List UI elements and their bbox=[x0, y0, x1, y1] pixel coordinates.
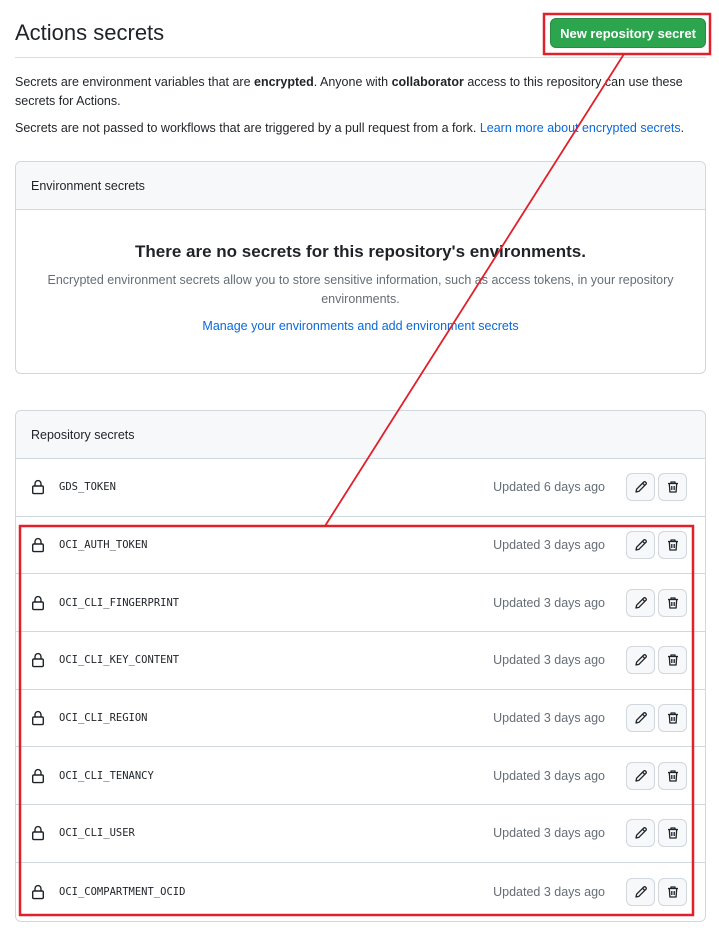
secret-row: GDS_TOKEN Updated 6 days ago bbox=[16, 459, 705, 517]
repository-secrets-box: Repository secrets GDS_TOKEN Updated 6 d… bbox=[15, 410, 706, 922]
secret-updated: Updated 3 days ago bbox=[493, 884, 605, 899]
secret-updated: Updated 3 days ago bbox=[493, 653, 605, 668]
secret-name: OCI_CLI_REGION bbox=[59, 712, 148, 725]
intro-paragraph-1: Secrets are environment variables that a… bbox=[15, 73, 705, 111]
delete-secret-button[interactable] bbox=[658, 531, 687, 560]
lock-icon bbox=[32, 826, 45, 841]
secret-row: OCI_CLI_USER Updated 3 days ago bbox=[16, 805, 705, 863]
trash-icon bbox=[667, 886, 678, 898]
edit-secret-button[interactable] bbox=[626, 646, 655, 675]
intro-bold-encrypted: encrypted bbox=[254, 75, 314, 89]
pencil-icon bbox=[634, 596, 647, 609]
trash-icon bbox=[667, 481, 678, 493]
learn-more-link[interactable]: Learn more about encrypted secrets bbox=[480, 121, 681, 135]
secret-list: GDS_TOKEN Updated 6 days ago OCI_AUTH_TO… bbox=[16, 459, 705, 921]
secret-updated: Updated 3 days ago bbox=[493, 711, 605, 726]
page-header: Actions secrets New repository secret bbox=[15, 12, 706, 58]
trash-icon bbox=[667, 827, 678, 840]
secret-name: GDS_TOKEN bbox=[59, 481, 116, 494]
delete-secret-button[interactable] bbox=[658, 473, 687, 502]
secret-row: OCI_CLI_KEY_CONTENT Updated 3 days ago bbox=[16, 632, 705, 690]
secret-name: OCI_CLI_USER bbox=[59, 827, 135, 840]
intro-paragraph-2: Secrets are not passed to workflows that… bbox=[15, 119, 705, 138]
lock-icon bbox=[32, 768, 45, 784]
manage-environments-link[interactable]: Manage your environments and add environ… bbox=[202, 319, 518, 333]
secret-name: OCI_COMPARTMENT_OCID bbox=[59, 885, 186, 898]
pencil-icon bbox=[634, 481, 647, 493]
blankslate-description: Encrypted environment secrets allow you … bbox=[47, 273, 674, 306]
secret-row: OCI_CLI_FINGERPRINT Updated 3 days ago bbox=[16, 574, 705, 633]
edit-secret-button[interactable] bbox=[626, 704, 655, 733]
new-repository-secret-button[interactable]: New repository secret bbox=[550, 18, 706, 48]
environment-secrets-box: Environment secrets There are no secrets… bbox=[15, 161, 706, 374]
delete-secret-button[interactable] bbox=[658, 588, 687, 617]
trash-icon bbox=[667, 597, 678, 609]
secret-updated: Updated 3 days ago bbox=[493, 826, 605, 841]
intro-text: Secrets are environment variables that a… bbox=[15, 75, 255, 89]
edit-secret-button[interactable] bbox=[626, 531, 655, 560]
delete-secret-button[interactable] bbox=[658, 761, 687, 790]
pencil-icon bbox=[634, 539, 647, 551]
secret-row: OCI_AUTH_TOKEN Updated 3 days ago bbox=[16, 517, 705, 575]
secret-name: OCI_CLI_FINGERPRINT bbox=[59, 596, 180, 609]
lock-icon bbox=[32, 595, 45, 611]
edit-secret-button[interactable] bbox=[626, 819, 655, 848]
secret-updated: Updated 6 days ago bbox=[493, 480, 605, 495]
page-title: Actions secrets bbox=[15, 20, 165, 45]
pencil-icon bbox=[634, 769, 647, 782]
trash-icon bbox=[667, 654, 678, 667]
secret-row: OCI_CLI_REGION Updated 3 days ago bbox=[16, 690, 705, 748]
secret-name: OCI_AUTH_TOKEN bbox=[59, 539, 148, 552]
secret-updated: Updated 3 days ago bbox=[493, 538, 605, 553]
secret-row: OCI_COMPARTMENT_OCID Updated 3 days ago bbox=[16, 863, 705, 921]
lock-icon bbox=[32, 538, 45, 553]
delete-secret-button[interactable] bbox=[658, 646, 687, 675]
trash-icon bbox=[667, 712, 678, 724]
blankslate-title: There are no secrets for this repository… bbox=[135, 242, 586, 261]
edit-secret-button[interactable] bbox=[626, 877, 655, 906]
lock-icon bbox=[32, 884, 45, 899]
lock-icon bbox=[32, 653, 45, 668]
secret-updated: Updated 3 days ago bbox=[493, 595, 605, 610]
secret-name: OCI_CLI_KEY_CONTENT bbox=[59, 654, 180, 667]
secret-updated: Updated 3 days ago bbox=[493, 768, 605, 783]
intro-text: Secrets are not passed to workflows that… bbox=[15, 121, 480, 135]
blankslate-link-wrap: Manage your environments and add environ… bbox=[16, 319, 705, 333]
trash-icon bbox=[667, 770, 678, 782]
intro-text: . bbox=[680, 121, 685, 135]
secret-row: OCI_CLI_TENANCY Updated 3 days ago bbox=[16, 747, 705, 806]
pencil-icon bbox=[634, 712, 647, 724]
repository-secrets-header: Repository secrets bbox=[16, 411, 705, 459]
pencil-icon bbox=[634, 827, 647, 840]
edit-secret-button[interactable] bbox=[626, 761, 655, 790]
pencil-icon bbox=[634, 885, 647, 898]
delete-secret-button[interactable] bbox=[658, 819, 687, 848]
delete-secret-button[interactable] bbox=[658, 877, 687, 906]
intro-text: . Anyone with bbox=[313, 75, 392, 89]
delete-secret-button[interactable] bbox=[658, 704, 687, 733]
edit-secret-button[interactable] bbox=[626, 588, 655, 617]
lock-icon bbox=[32, 711, 45, 726]
edit-secret-button[interactable] bbox=[626, 473, 655, 502]
secret-name: OCI_CLI_TENANCY bbox=[59, 769, 154, 782]
environment-secrets-header: Environment secrets bbox=[16, 162, 705, 210]
intro-bold-collaborator: collaborator bbox=[391, 75, 464, 89]
lock-icon bbox=[32, 480, 45, 495]
pencil-icon bbox=[634, 654, 647, 667]
trash-icon bbox=[667, 539, 678, 551]
